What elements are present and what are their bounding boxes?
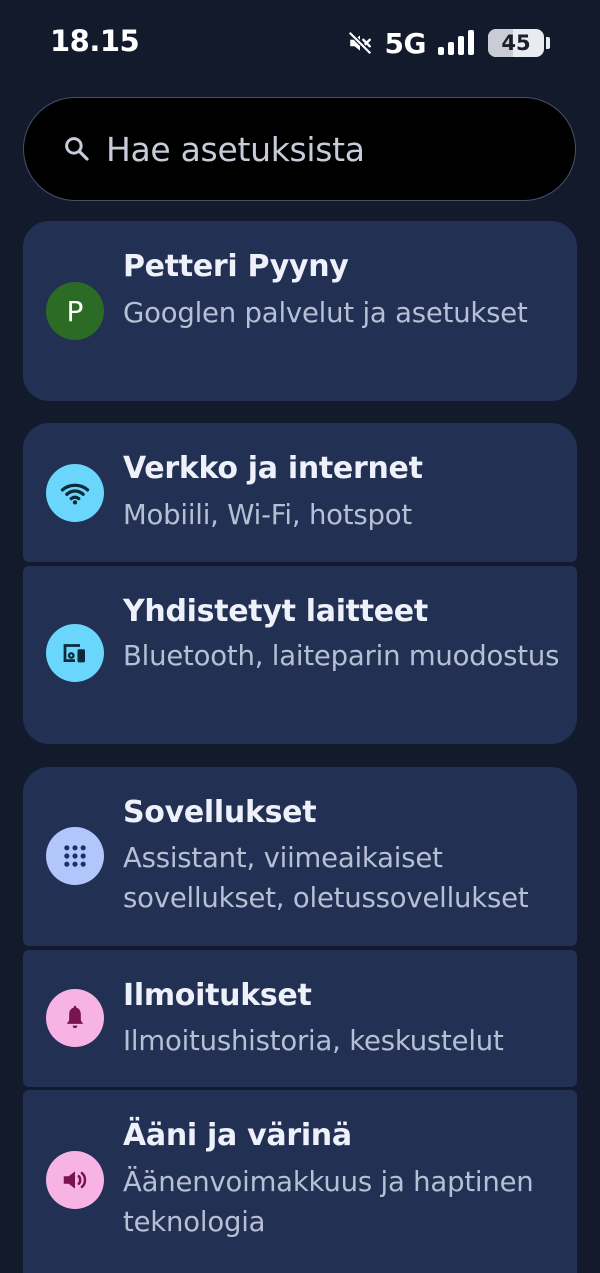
signal-icon [438,30,476,56]
item-subtitle: Bluetooth, laiteparin muodostus [123,640,560,672]
status-bar: 18.15 5G 45 [0,0,600,86]
battery-percent: 45 [501,31,531,55]
settings-item-network[interactable]: Verkko ja internet Mobiili, Wi-Fi, hotsp… [23,423,577,562]
item-title: Yhdistetyt laitteet [123,594,428,629]
settings-item-apps[interactable]: Sovellukset Assistant, viimeaikaiset sov… [23,767,577,946]
settings-item-connected-devices[interactable]: Yhdistetyt laitteet Bluetooth, laitepari… [23,566,577,744]
bell-icon [46,989,104,1047]
wifi-icon [46,464,104,522]
settings-item-sound[interactable]: Ääni ja värinä Äänenvoimakkuus ja haptin… [23,1090,577,1273]
battery-icon: 45 [488,29,550,57]
connected-devices-icon [46,624,104,682]
apps-grid-icon [46,827,104,885]
settings-item-notifications[interactable]: Ilmoitukset Ilmoitushistoria, keskustelu… [23,950,577,1087]
avatar: P [46,282,104,340]
item-subtitle: Äänenvoimakkuus ja haptinen teknologia [123,1166,534,1238]
item-title: Ääni ja värinä [123,1118,352,1153]
search-icon [62,134,92,164]
item-title: Ilmoitukset [123,978,312,1013]
item-subtitle: Mobiili, Wi-Fi, hotspot [123,499,412,531]
mute-icon [347,30,373,56]
item-subtitle: Ilmoitushistoria, keskustelut [123,1025,504,1057]
item-title: Sovellukset [123,795,317,830]
search-input-placeholder: Hae asetuksista [106,129,365,169]
account-name: Petteri Pyyny [123,249,349,284]
account-card[interactable]: P Petteri Pyyny Googlen palvelut ja aset… [23,221,577,401]
item-title: Verkko ja internet [123,451,423,486]
speaker-icon [46,1151,104,1209]
account-subtitle: Googlen palvelut ja asetukset [123,297,528,329]
status-time: 18.15 [50,24,140,58]
search-bar[interactable]: Hae asetuksista [23,97,576,201]
network-type: 5G [384,26,427,60]
item-subtitle: Assistant, viimeaikaiset sovellukset, ol… [123,842,529,914]
status-icons: 5G 45 [347,24,550,62]
